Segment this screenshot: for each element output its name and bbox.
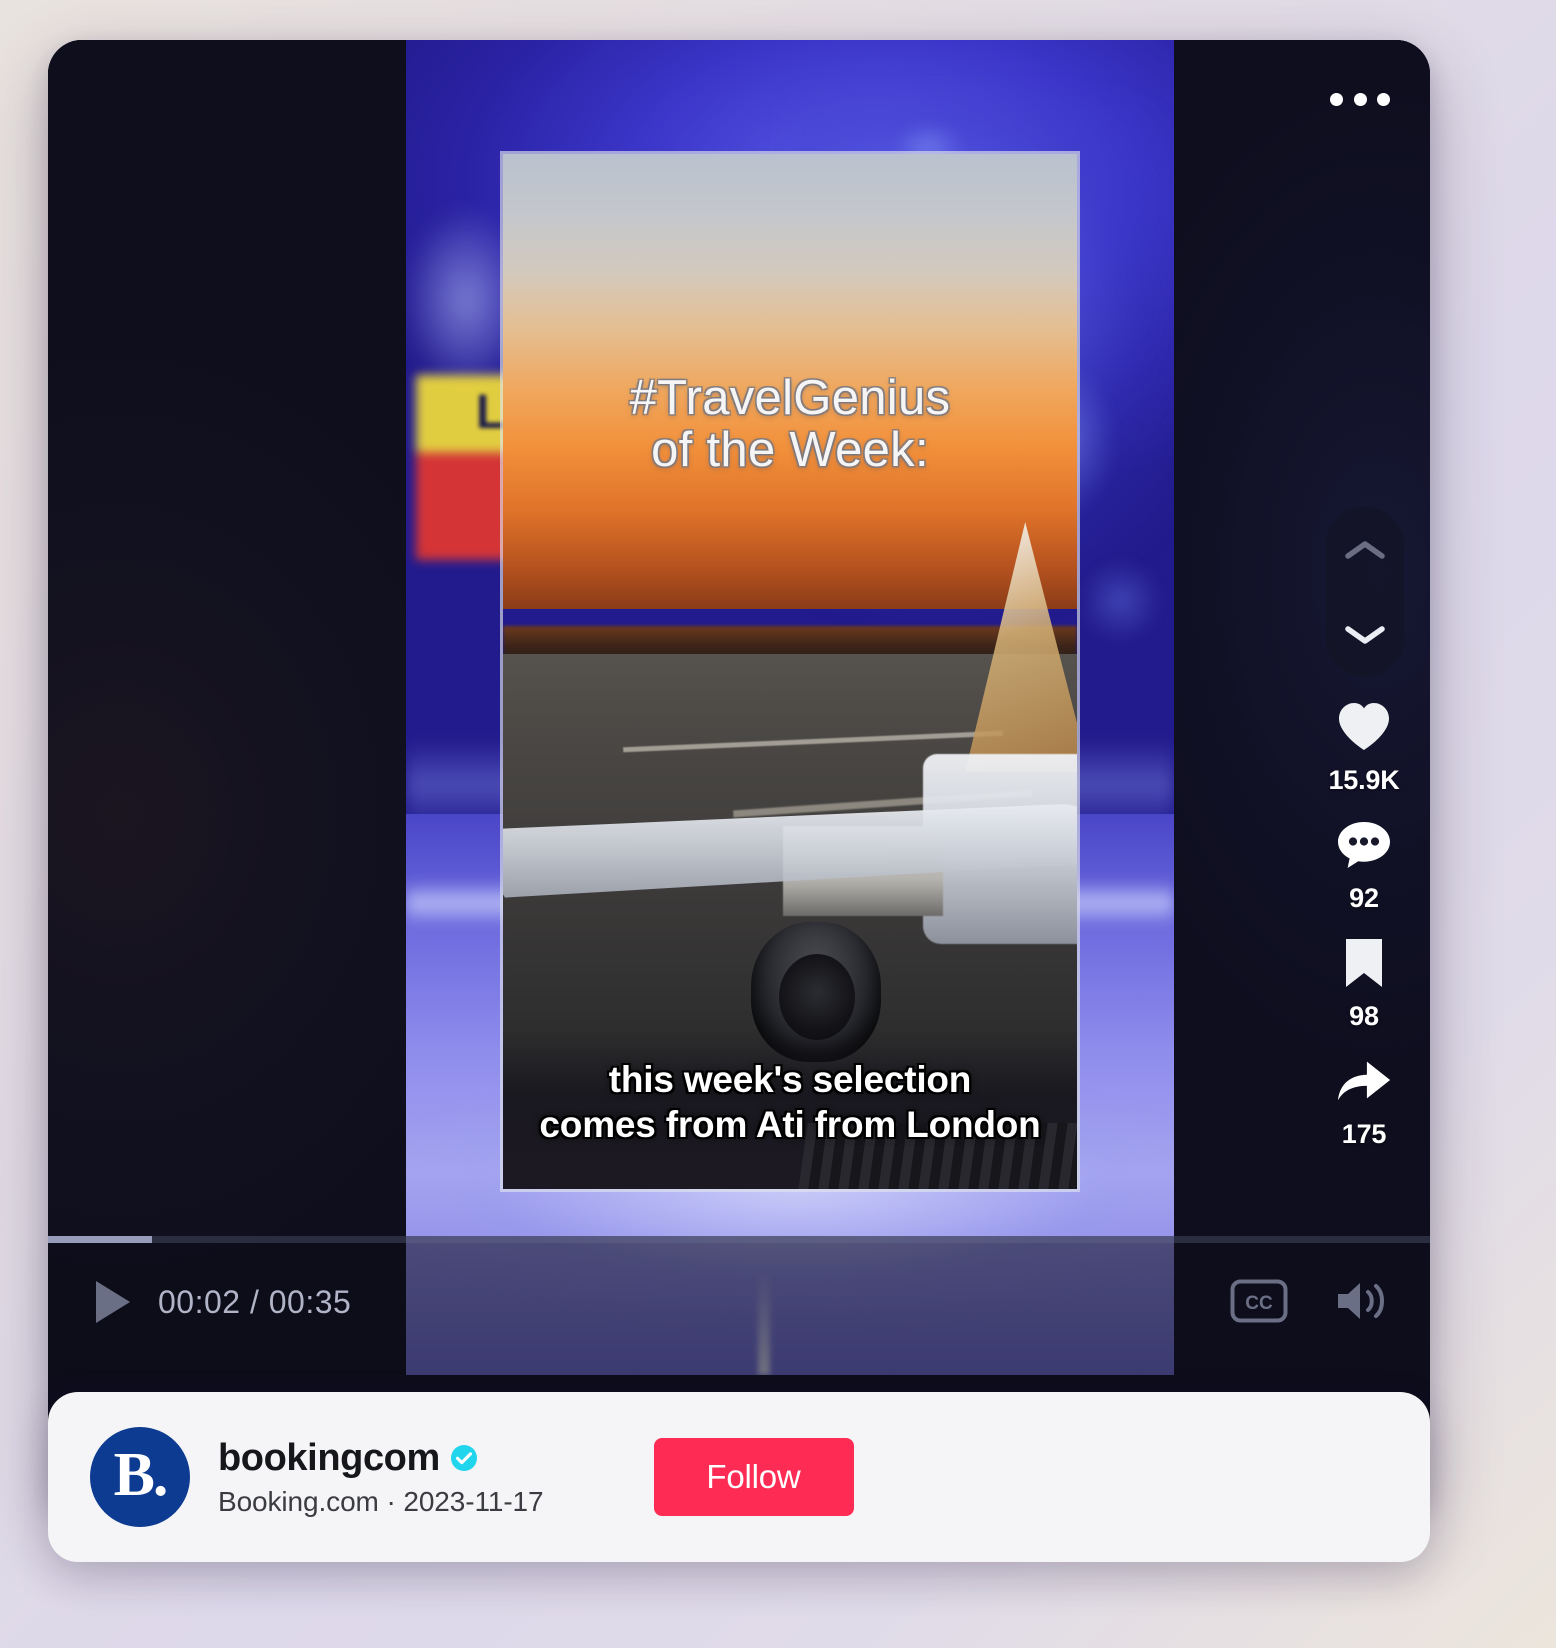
- comment-count: 92: [1349, 883, 1379, 913]
- author-username[interactable]: bookingcom: [218, 1437, 440, 1480]
- follow-button[interactable]: Follow: [653, 1438, 854, 1516]
- engine-intake: [779, 954, 855, 1040]
- action-rail: 15.9K 92 98 175: [1322, 698, 1406, 1170]
- letterbox-left: [48, 40, 406, 1375]
- volume-icon[interactable]: [1334, 1278, 1390, 1324]
- time-display: 00:02 / 00:35: [158, 1283, 352, 1320]
- overlay-title: #TravelGenius of the Week:: [503, 372, 1077, 477]
- video-navigation: [1326, 507, 1404, 677]
- subtitle-line-2: comes from Ati from London: [539, 1103, 1041, 1145]
- video-controls-bar: 00:02 / 00:35 CC: [48, 1236, 1430, 1375]
- comment-button[interactable]: 92: [1335, 816, 1393, 914]
- controls-right-group: CC: [1230, 1278, 1390, 1324]
- bookmark-count: 98: [1349, 1001, 1379, 1031]
- author-bar: B. bookingcom Booking.com · 2023-11-17 F…: [48, 1392, 1430, 1562]
- verified-badge-icon: [450, 1444, 478, 1472]
- avatar[interactable]: B.: [90, 1427, 190, 1527]
- video-player-card: L #TravelGenius of the Week: this week's…: [48, 40, 1430, 1514]
- subtitle-line-1: this week's selection: [608, 1058, 972, 1100]
- play-icon[interactable]: [92, 1278, 134, 1326]
- avatar-mark: B.: [113, 1441, 169, 1509]
- more-options-icon[interactable]: [1324, 72, 1396, 126]
- like-count: 15.9K: [1328, 765, 1400, 795]
- overlay-title-line-2: of the Week:: [651, 423, 929, 478]
- heart-icon: [1335, 698, 1393, 756]
- svg-text:CC: CC: [1245, 1293, 1273, 1314]
- video-stage[interactable]: L #TravelGenius of the Week: this week's…: [48, 40, 1430, 1375]
- share-button[interactable]: 175: [1335, 1052, 1393, 1150]
- share-icon: [1335, 1052, 1393, 1110]
- progress-fill: [48, 1236, 152, 1243]
- more-dot-3: [1377, 92, 1390, 106]
- controls-left-group: 00:02 / 00:35: [92, 1278, 351, 1326]
- author-name-row: bookingcom: [218, 1437, 544, 1480]
- bookmark-icon: [1335, 934, 1393, 992]
- like-button[interactable]: 15.9K: [1328, 698, 1400, 796]
- more-dot-2: [1353, 92, 1367, 106]
- author-info: bookingcom Booking.com · 2023-11-17: [218, 1437, 544, 1518]
- more-dot-1: [1330, 92, 1343, 106]
- bookmark-button[interactable]: 98: [1335, 934, 1393, 1032]
- burned-in-subtitles: this week's selection comes from Ati fro…: [503, 1057, 1077, 1147]
- comment-icon: [1335, 816, 1393, 874]
- inner-video-frame: #TravelGenius of the Week: this week's s…: [500, 151, 1080, 1192]
- chevron-down-icon[interactable]: [1343, 622, 1387, 648]
- overlay-title-line-1: #TravelGenius: [629, 371, 951, 425]
- progress-bar[interactable]: [48, 1236, 1430, 1243]
- captions-button[interactable]: CC: [1230, 1279, 1288, 1323]
- author-meta: Booking.com · 2023-11-17: [218, 1485, 544, 1517]
- share-count: 175: [1341, 1119, 1387, 1149]
- chevron-up-icon[interactable]: [1343, 537, 1387, 563]
